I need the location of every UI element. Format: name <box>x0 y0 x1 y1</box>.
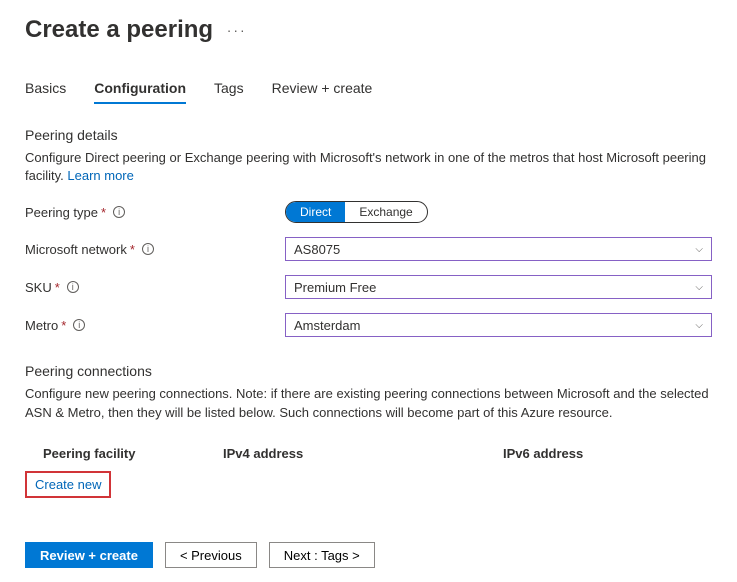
connections-heading: Peering connections <box>25 363 712 379</box>
review-create-button[interactable]: Review + create <box>25 542 153 568</box>
label-sku: SKU * i <box>25 280 285 295</box>
previous-button[interactable]: < Previous <box>165 542 257 568</box>
label-peering-type-text: Peering type <box>25 205 98 220</box>
tab-basics[interactable]: Basics <box>25 80 66 104</box>
col-ipv4-address: IPv4 address <box>223 446 503 461</box>
info-icon[interactable]: i <box>113 206 125 218</box>
peering-details-heading: Peering details <box>25 127 712 143</box>
toggle-direct[interactable]: Direct <box>286 202 345 222</box>
label-metro: Metro * i <box>25 318 285 333</box>
info-icon[interactable]: i <box>67 281 79 293</box>
label-peering-type: Peering type * i <box>25 205 285 220</box>
create-new-wrap: Create new <box>25 471 712 498</box>
next-button[interactable]: Next : Tags > <box>269 542 375 568</box>
required-marker: * <box>130 242 135 257</box>
form-area: Peering type * i Direct Exchange Microso… <box>25 201 712 337</box>
peering-details-text: Configure Direct peering or Exchange pee… <box>25 149 712 185</box>
chevron-down-icon: ⌵ <box>695 320 703 331</box>
info-icon[interactable]: i <box>73 319 85 331</box>
create-new-link[interactable]: Create new <box>25 471 111 498</box>
required-marker: * <box>55 280 60 295</box>
connections-table-header: Peering facility IPv4 address IPv6 addre… <box>25 446 712 461</box>
metro-value: Amsterdam <box>294 318 360 333</box>
chevron-down-icon: ⌵ <box>695 244 703 255</box>
page-title: Create a peering <box>25 16 213 44</box>
tab-tags[interactable]: Tags <box>214 80 244 104</box>
peering-type-toggle: Direct Exchange <box>285 201 428 223</box>
tabs: Basics Configuration Tags Review + creat… <box>25 80 712 105</box>
control-ms-network: AS8075 ⌵ <box>285 237 712 261</box>
row-sku: SKU * i Premium Free ⌵ <box>25 275 712 299</box>
control-peering-type: Direct Exchange <box>285 201 712 223</box>
footer: Review + create < Previous Next : Tags > <box>25 542 375 568</box>
required-marker: * <box>101 205 106 220</box>
metro-select[interactable]: Amsterdam ⌵ <box>285 313 712 337</box>
learn-more-link[interactable]: Learn more <box>67 168 133 183</box>
col-peering-facility: Peering facility <box>43 446 223 461</box>
row-ms-network: Microsoft network * i AS8075 ⌵ <box>25 237 712 261</box>
ms-network-select[interactable]: AS8075 ⌵ <box>285 237 712 261</box>
label-ms-network-text: Microsoft network <box>25 242 127 257</box>
label-ms-network: Microsoft network * i <box>25 242 285 257</box>
row-metro: Metro * i Amsterdam ⌵ <box>25 313 712 337</box>
ms-network-value: AS8075 <box>294 242 340 257</box>
label-metro-text: Metro <box>25 318 58 333</box>
sku-value: Premium Free <box>294 280 376 295</box>
toggle-exchange[interactable]: Exchange <box>345 202 426 222</box>
control-sku: Premium Free ⌵ <box>285 275 712 299</box>
required-marker: * <box>61 318 66 333</box>
info-icon[interactable]: i <box>142 243 154 255</box>
label-sku-text: SKU <box>25 280 52 295</box>
chevron-down-icon: ⌵ <box>695 282 703 293</box>
control-metro: Amsterdam ⌵ <box>285 313 712 337</box>
col-ipv6-address: IPv6 address <box>503 446 712 461</box>
more-icon[interactable]: ··· <box>227 22 247 38</box>
connections-text: Configure new peering connections. Note:… <box>25 385 712 421</box>
sku-select[interactable]: Premium Free ⌵ <box>285 275 712 299</box>
tab-review-create[interactable]: Review + create <box>272 80 373 104</box>
tab-configuration[interactable]: Configuration <box>94 80 186 104</box>
row-peering-type: Peering type * i Direct Exchange <box>25 201 712 223</box>
